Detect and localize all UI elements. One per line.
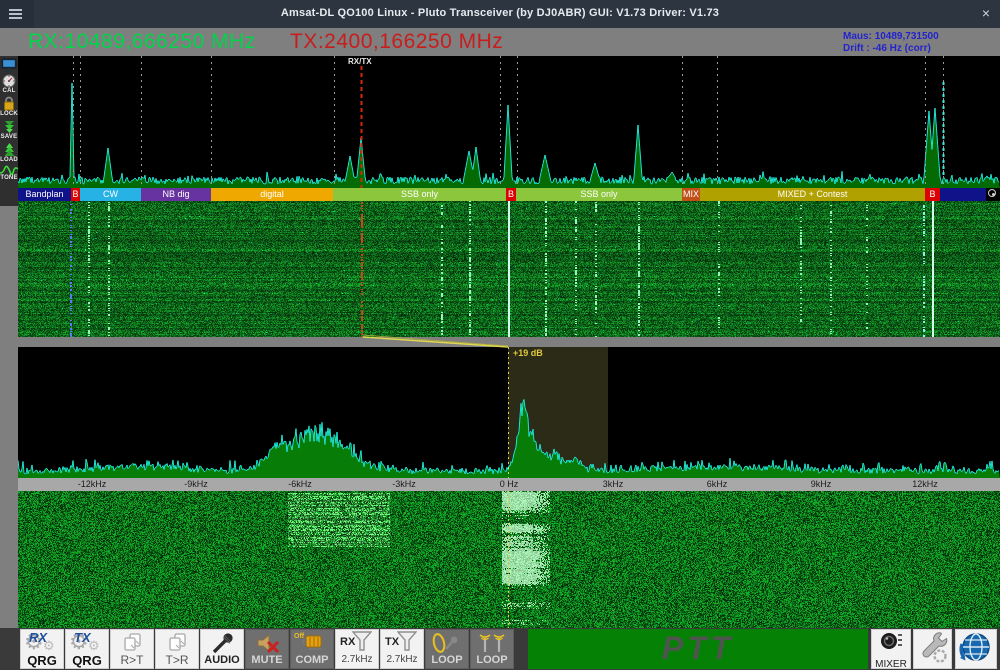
- bottom-toolbar: PTT MIXER: [0, 628, 1000, 670]
- bandplan-segment[interactable]: CW: [80, 188, 141, 201]
- bandplan-bar[interactable]: BandplanBCWNB digdigitalSSB onlyBSSB onl…: [18, 188, 1000, 201]
- left-toolbar: CAL LOCK SAVE LOAD: [0, 56, 18, 206]
- save-label: SAVE: [0, 134, 18, 141]
- mixer-button[interactable]: MIXER: [871, 629, 911, 669]
- globe-icon: [959, 630, 993, 664]
- loop-rf-button[interactable]: LOOP: [470, 629, 514, 669]
- lock-label: LOCK: [0, 111, 18, 118]
- bandplan-segment[interactable]: digital: [211, 188, 333, 201]
- comp-state-label: Off: [294, 633, 304, 640]
- mouse-drift-readout: Maus: 10489,731500 Drift : -46 Hz (corr): [843, 31, 939, 55]
- ptt-button[interactable]: PTT: [528, 629, 868, 669]
- audio-loop-icon: [430, 632, 464, 654]
- frequency-tick-bar: -12kHz -9kHz -6kHz -3kHz 0 Hz 3kHz 6kHz 9kHz 12k…: [18, 478, 1000, 491]
- main-spectrum-display[interactable]: [18, 56, 1000, 188]
- maus-label: Maus:: [843, 31, 872, 42]
- rxtx-marker-label: RX/TX: [348, 57, 372, 66]
- zoom-waterfall-display[interactable]: [18, 491, 1000, 628]
- bandplan-segment[interactable]: B: [925, 188, 940, 201]
- arrow-up-icon: [2, 142, 17, 157]
- rf-loop-icon: [476, 632, 508, 654]
- load-label: LOAD: [0, 157, 18, 164]
- copy-pages-icon: [121, 632, 143, 652]
- filter-funnel-icon: [397, 630, 417, 652]
- monitor-button[interactable]: [0, 58, 18, 73]
- bandplan-segment[interactable]: SSB only: [333, 188, 506, 201]
- tick-label: 9kHz: [811, 479, 832, 489]
- main-waterfall-display[interactable]: [18, 201, 1000, 337]
- knob-icon: [879, 630, 903, 654]
- close-button[interactable]: ×: [982, 5, 990, 21]
- bandplan-target-button[interactable]: [986, 188, 1000, 201]
- cal-label: CAL: [0, 88, 18, 95]
- tone-label: TONE: [0, 175, 18, 182]
- tick-label: -9kHz: [184, 479, 208, 489]
- mute-speaker-icon: [254, 632, 280, 654]
- loop-audio-button[interactable]: LOOP: [425, 629, 469, 669]
- maus-value: 10489,731500: [875, 31, 939, 42]
- mute-button[interactable]: MUTE: [245, 629, 289, 669]
- bandplan-segment[interactable]: MIX: [682, 188, 700, 201]
- window-title: Amsat-DL QO100 Linux - Pluto Transceiver…: [0, 7, 1000, 19]
- drift-label: Drift :: [843, 43, 870, 54]
- sine-wave-icon: [0, 165, 18, 175]
- copy-pages-icon: [166, 632, 188, 652]
- settings-button[interactable]: [913, 629, 952, 669]
- tick-label: 0 Hz: [500, 479, 519, 489]
- bandplan-segment[interactable]: SSB only: [516, 188, 682, 201]
- lock-icon: [2, 96, 16, 111]
- tick-label: 6kHz: [707, 479, 728, 489]
- bandplan-segment[interactable]: MIXED + Contest: [700, 188, 925, 201]
- zoom-spectrum-display[interactable]: [18, 347, 1000, 478]
- tick-label: 3kHz: [603, 479, 624, 489]
- microphone-icon: [209, 632, 235, 654]
- transceiver-window: Amsat-DL QO100 Linux - Pluto Transceiver…: [0, 0, 1000, 670]
- bandplan-segment[interactable]: NB dig: [141, 188, 211, 201]
- frequency-bar: RX:10489,666250 MHz TX:2400,166250 MHz M…: [0, 28, 1000, 56]
- mixer-label: MIXER: [875, 659, 907, 670]
- load-button[interactable]: LOAD: [0, 142, 18, 164]
- bandplan-segment[interactable]: B: [71, 188, 80, 201]
- bandplan-segment[interactable]: B: [506, 188, 516, 201]
- tick-label: -6kHz: [288, 479, 312, 489]
- rx-filter-button[interactable]: RX2.7kHz: [335, 629, 379, 669]
- gauge-icon: [2, 74, 16, 88]
- rx-frequency[interactable]: RX:10489,666250 MHz: [28, 30, 256, 54]
- cal-button[interactable]: CAL: [0, 74, 18, 95]
- lock-button[interactable]: LOCK: [0, 96, 18, 118]
- comp-button[interactable]: OffCOMP: [290, 629, 334, 669]
- bandplan-segment[interactable]: Bandplan: [18, 188, 71, 201]
- tick-label: -3kHz: [392, 479, 416, 489]
- drift-value: -46 Hz (corr): [872, 43, 930, 54]
- wrench-icon: [917, 630, 949, 664]
- tick-label: 12kHz: [912, 479, 938, 489]
- audio-button[interactable]: AUDIO: [200, 629, 244, 669]
- web-button[interactable]: [955, 629, 997, 669]
- gain-readout: +19 dB: [513, 348, 543, 358]
- monitor-icon: [1, 58, 17, 73]
- bandplan-segment[interactable]: [940, 188, 986, 201]
- title-bar: Amsat-DL QO100 Linux - Pluto Transceiver…: [0, 0, 1000, 28]
- tx-filter-button[interactable]: TX2.7kHz: [380, 629, 424, 669]
- copy-r-to-t-button[interactable]: R>T: [110, 629, 154, 669]
- save-button[interactable]: SAVE: [0, 119, 18, 141]
- tx-frequency[interactable]: TX:2400,166250 MHz: [290, 30, 503, 54]
- arrow-down-icon: [2, 119, 17, 134]
- tx-qrg-button[interactable]: ⚙⚙TXQRG: [65, 629, 109, 669]
- close-icon: ×: [982, 5, 990, 21]
- tick-label: -12kHz: [78, 479, 107, 489]
- tone-button[interactable]: TONE: [0, 165, 18, 182]
- copy-t-to-r-button[interactable]: T>R: [155, 629, 199, 669]
- rx-qrg-button[interactable]: ⚙⚙RXQRG: [20, 629, 64, 669]
